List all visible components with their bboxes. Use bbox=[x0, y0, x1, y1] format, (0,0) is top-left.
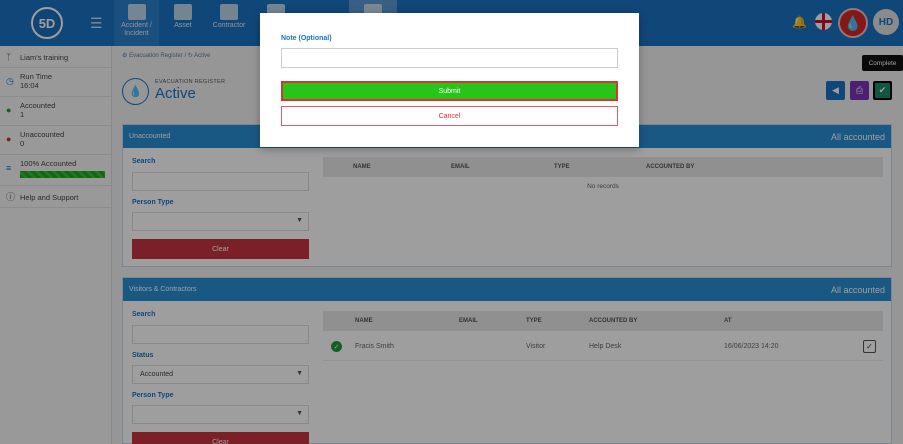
complete-note-modal: Note (Optional) Submit Cancel bbox=[260, 13, 639, 147]
submit-button[interactable]: Submit bbox=[281, 81, 618, 101]
note-label: Note (Optional) bbox=[281, 35, 332, 42]
note-input[interactable] bbox=[281, 48, 618, 68]
cancel-button[interactable]: Cancel bbox=[281, 106, 618, 126]
